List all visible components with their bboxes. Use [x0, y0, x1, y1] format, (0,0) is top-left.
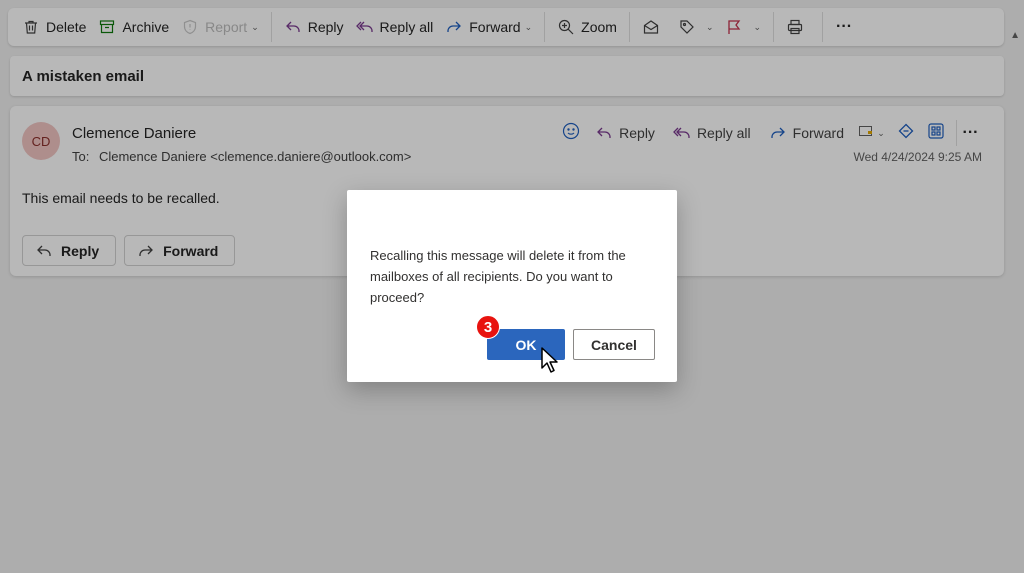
cancel-button[interactable]: Cancel — [573, 329, 655, 360]
mouse-pointer-icon — [540, 346, 560, 374]
dialog-message: Recalling this message will delete it fr… — [370, 248, 626, 305]
recall-confirm-dialog: Recalling this message will delete it fr… — [347, 190, 677, 382]
step-number-badge: 3 — [476, 315, 500, 339]
